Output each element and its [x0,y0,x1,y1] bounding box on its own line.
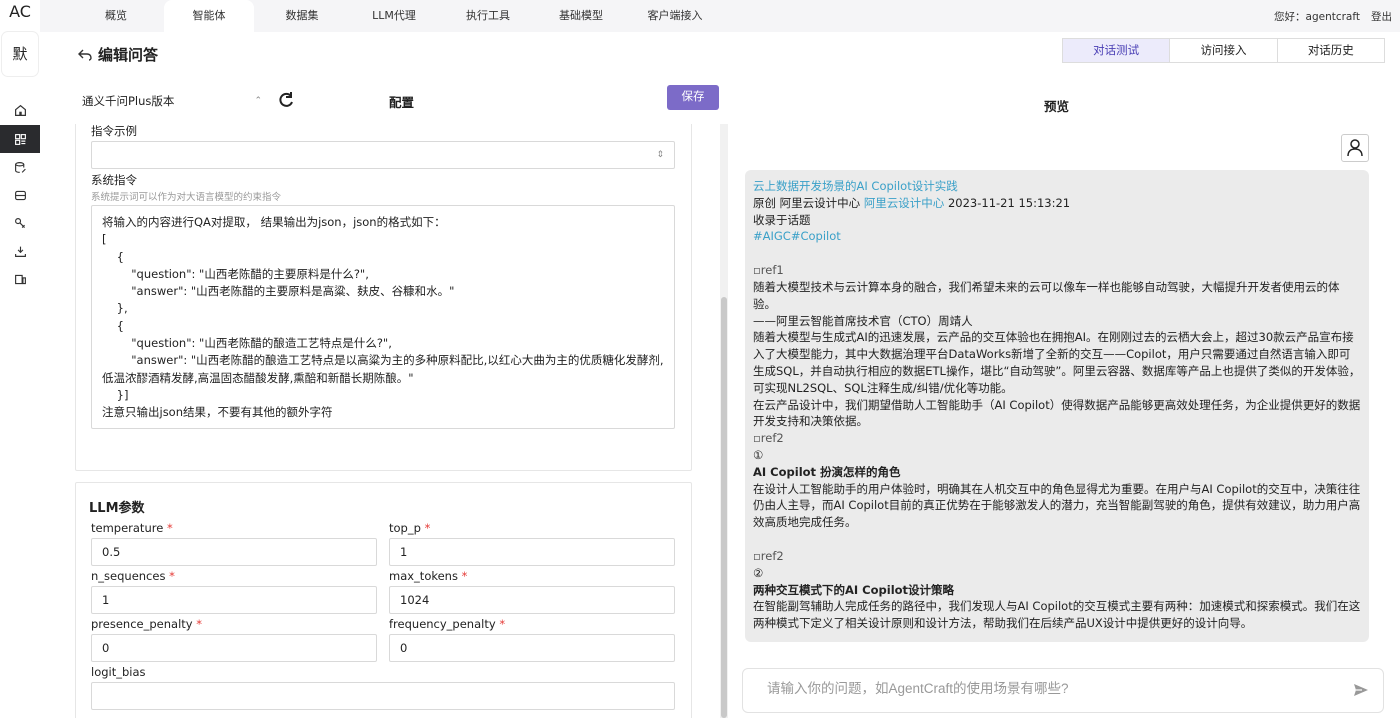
rail-datasets[interactable] [0,153,40,181]
system-instruction-textarea[interactable]: 将输入的内容进行QA对提取， 结果输出为json，json的格式如下： [ { … [91,205,675,429]
database-edit-icon [14,161,26,173]
main-panel: 编辑问答 通义千问Plus版本 ⌃ 配置 保存 指令示例 ⇕ 系统指令 系统提示… [40,32,1400,718]
section-heading: 两种交互模式下的AI Copilot设计策略 [753,582,955,597]
nav-datasets[interactable]: 数据集 [272,0,332,32]
frequency-penalty-label: frequency_penalty * [389,617,506,631]
devices-icon [14,274,26,284]
paragraph: 在设计人工智能助手的用户体验时，明确其在人机交互中的角色显得尤为重要。在用户与A… [753,481,1361,530]
chat-input[interactable] [767,681,1327,696]
user-avatar-button[interactable] [1341,134,1369,162]
max-tokens-input[interactable]: 1024 [389,586,675,614]
llm-params-card: LLM参数 temperature * 0.5 top_p * 1 n_sequ… [75,482,692,718]
home-icon [14,104,26,116]
select-arrows-icon: ⇕ [656,150,664,160]
author-link[interactable]: 阿里云设计中心 [864,196,945,210]
nav-overview[interactable]: 概览 [86,0,146,32]
instruction-example-select[interactable]: ⇕ [91,141,675,169]
presence-penalty-label: presence_penalty * [91,617,202,631]
n-sequences-input[interactable]: 1 [91,586,377,614]
top-p-label: top_p * [389,521,431,535]
instruction-example-label: 指令示例 [91,124,137,138]
paragraph: ——阿里云智能首席技术官（CTO）周靖人 [753,313,973,328]
llm-params-title: LLM参数 [89,501,145,516]
send-icon[interactable] [1353,682,1369,698]
logit-bias-input[interactable] [91,682,675,710]
rail-deploy[interactable] [0,237,40,265]
rail-models[interactable] [0,181,40,209]
config-scrollbar[interactable] [720,124,728,718]
section-number: ② [753,565,764,580]
model-select[interactable]: 通义千问Plus版本 ⌃ [82,90,262,112]
broken-image-icon: ▫ [753,431,761,446]
nav-agents[interactable]: 智能体 [164,0,254,36]
article-title-link[interactable]: 云上数据开发场景的AI Copilot设计实践 [753,178,1361,195]
article-meta: 原创 阿里云设计中心 阿里云设计中心 2023-11-21 15:13:21 [753,195,1071,210]
rail-clients[interactable] [0,265,40,293]
presence-penalty-input[interactable]: 0 [91,634,377,662]
user-icon [1347,139,1363,157]
top-p-input[interactable]: 1 [389,538,675,566]
nav-tools[interactable]: 执行工具 [458,0,518,32]
tab-chat-test[interactable]: 对话测试 [1063,39,1171,62]
tab-chat-history[interactable]: 对话历史 [1277,39,1384,62]
temperature-input[interactable]: 0.5 [91,538,377,566]
rail-agents[interactable] [0,125,40,153]
left-rail: AC 默 [0,0,40,718]
nav-client-access[interactable]: 客户端接入 [638,0,712,32]
app-logo: AC [9,2,31,21]
right-tabs: 对话测试 访问接入 对话历史 [1062,38,1385,63]
max-tokens-label: max_tokens * [389,569,468,583]
frequency-penalty-input[interactable]: 0 [389,634,675,662]
tab-access[interactable]: 访问接入 [1170,39,1278,62]
preview-title: 预览 [1044,99,1070,114]
system-instruction-label: 系统指令 [91,173,137,187]
page-header: 编辑问答 [78,44,158,65]
paragraph: 随着大模型与生成式AI的迅速发展，云产品的交互体验也在拥抱AI。在刚刚过去的云栖… [753,330,1361,395]
prompt-card: 指令示例 ⇕ 系统指令 系统提示词可以作为对大语言模型的约束指令 将输入的内容进… [75,124,692,471]
broken-image-icon: ▫ [753,263,761,278]
section-heading: AI Copilot 扮演怎样的角色 [753,464,901,479]
paragraph: 随着大模型技术与云计算本身的融合，我们希望未来的云可以像车一样也能够自动驾驶，大… [753,279,1340,311]
paragraph: 在云产品设计中，我们期望借助人工智能助手（AI Copilot）使得数据产品能够… [753,397,1361,429]
tool-icon [14,217,25,228]
refresh-icon[interactable] [276,90,296,110]
nav-base-models[interactable]: 基础模型 [548,0,614,32]
n-sequences-label: n_sequences * [91,569,175,583]
workspace-avatar[interactable]: 默 [2,32,38,76]
broken-image-icon: ▫ [753,548,761,563]
section-number: ① [753,447,764,462]
scrollbar-thumb[interactable] [721,297,727,718]
top-nav: 概览 智能体 数据集 LLM代理 执行工具 基础模型 客户端接入 您好：agen… [40,0,1400,36]
rail-tools[interactable] [0,209,40,237]
system-instruction-help: 系统提示词可以作为对大语言模型的约束指令 [91,192,282,203]
rail-home[interactable] [0,96,40,124]
config-title: 配置 [389,95,415,110]
storage-icon [14,190,26,200]
back-icon[interactable] [78,49,92,61]
paragraph: 在智能副驾辅助人完成任务的路径中，我们发现人与AI Copilot的交互模式主要… [753,599,1361,631]
page-title: 编辑问答 [98,46,159,64]
apps-icon [14,133,26,145]
model-select-value: 通义千问Plus版本 [82,94,175,108]
article-collected: 收录于话题 [753,212,811,227]
broken-image-ref2: ▫ref2 [753,431,784,446]
logout-link[interactable]: 登出 [1371,9,1392,24]
save-button[interactable]: 保存 [667,85,719,110]
temperature-label: temperature * [91,521,173,535]
broken-image-ref2: ▫ref2 [753,548,784,563]
config-form: 指令示例 ⇕ 系统指令 系统提示词可以作为对大语言模型的约束指令 将输入的内容进… [75,124,692,718]
logit-bias-label: logit_bias [91,665,146,679]
article-tags[interactable]: #AIGC#Copilot [753,228,1361,245]
chat-input-box [742,668,1384,713]
select-arrows-icon: ⌃ [254,96,262,106]
download-tray-icon [14,246,26,257]
broken-image-ref1: ▫ref1 [753,263,784,278]
chat-message: 云上数据开发场景的AI Copilot设计实践 原创 阿里云设计中心 阿里云设计… [745,170,1369,642]
nav-llm-proxy[interactable]: LLM代理 [358,0,430,32]
user-greeting: 您好：agentcraft [1274,11,1360,23]
